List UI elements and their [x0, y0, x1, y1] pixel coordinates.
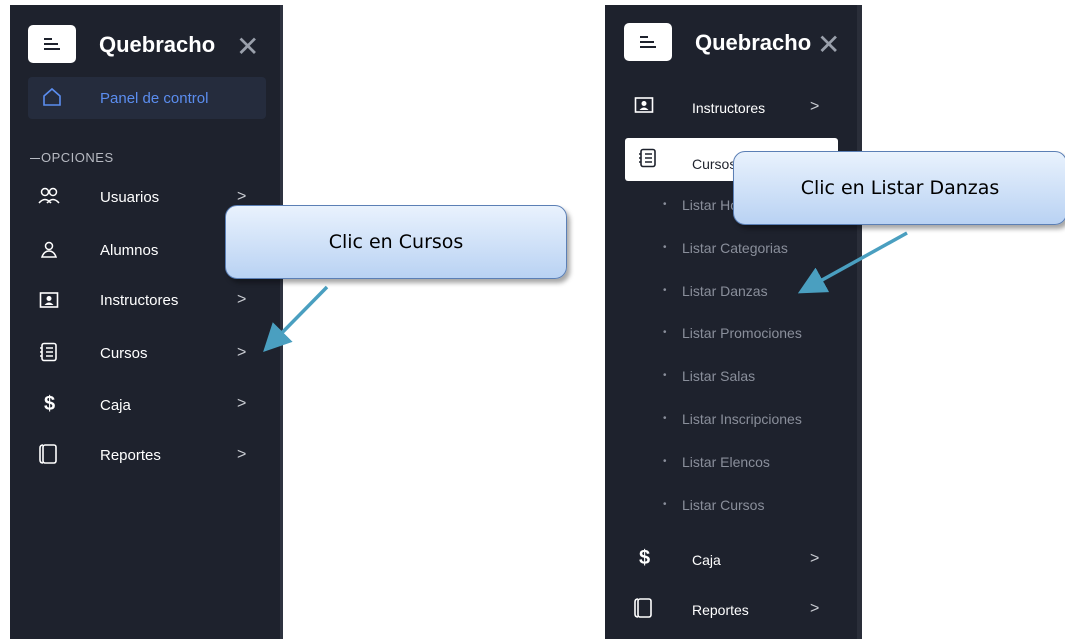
- sidebar-item-alumnos[interactable]: Alumnos: [100, 242, 158, 259]
- chevron-right-icon: >: [237, 446, 247, 463]
- users-icon: [38, 187, 60, 210]
- sidebar-item-usuarios[interactable]: Usuarios: [100, 189, 159, 206]
- submenu-item[interactable]: Listar Promociones: [682, 325, 802, 341]
- dollar-icon: $: [639, 547, 651, 569]
- submenu-item[interactable]: Listar Cursos: [682, 497, 764, 513]
- sidebar-item-caja[interactable]: Caja: [692, 552, 721, 568]
- bullet-dot: •: [663, 285, 667, 296]
- brand-name: Quebracho: [99, 32, 216, 57]
- chevron-right-icon: >: [237, 344, 247, 361]
- section-label: OPCIONES: [41, 150, 114, 165]
- submenu-item-listar-danzas[interactable]: Listar Danzas: [682, 283, 768, 299]
- user-icon: [40, 241, 58, 264]
- submenu-item[interactable]: Listar Elencos: [682, 454, 770, 470]
- chevron-right-icon: >: [237, 395, 247, 412]
- menu-icon: [44, 38, 60, 50]
- sidebar-left: Quebracho ✕ Panel de control OPCIONES Us…: [10, 5, 283, 639]
- sidebar-item-instructores[interactable]: Instructores: [692, 100, 765, 116]
- nav-item-dashboard-label: Panel de control: [100, 90, 209, 107]
- chevron-right-icon: >: [237, 188, 247, 205]
- id-card-icon: [39, 291, 59, 314]
- chevron-right-icon: >: [237, 291, 247, 308]
- scrollbar[interactable]: [857, 5, 862, 639]
- bullet-dot: •: [663, 199, 667, 210]
- close-icon[interactable]: ✕: [236, 33, 259, 61]
- menu-toggle-button[interactable]: [624, 23, 672, 61]
- bullet-dot: •: [663, 499, 667, 510]
- sidebar-item-instructores[interactable]: Instructores: [100, 292, 178, 309]
- section-dash: [30, 158, 40, 159]
- sidebar-item-reportes[interactable]: Reportes: [692, 602, 749, 618]
- bullet-dot: •: [663, 327, 667, 338]
- sidebar-item-cursos-label: Cursos: [692, 156, 737, 172]
- bullet-dot: •: [663, 413, 667, 424]
- id-card-icon: [634, 96, 654, 119]
- notebook-icon: [39, 443, 59, 470]
- dollar-icon: $: [44, 393, 56, 415]
- notebook-icon: [634, 597, 654, 624]
- chevron-right-icon: >: [810, 550, 820, 567]
- callout-clic-cursos: Clic en Cursos: [225, 205, 567, 279]
- chevron-right-icon: >: [810, 600, 820, 617]
- list-icon: [39, 342, 59, 367]
- submenu-item[interactable]: Listar Inscripciones: [682, 411, 802, 427]
- callout-clic-listar-danzas: Clic en Listar Danzas: [733, 151, 1065, 225]
- chevron-right-icon: >: [810, 98, 820, 115]
- bullet-dot: •: [663, 456, 667, 467]
- menu-icon: [640, 36, 656, 48]
- bullet-dot: •: [663, 370, 667, 381]
- close-icon[interactable]: ✕: [817, 31, 840, 59]
- home-icon: [43, 87, 61, 106]
- sidebar-right: Quebracho ✕ Instructores > Cursos • List…: [605, 5, 862, 639]
- brand-name: Quebracho: [695, 30, 812, 55]
- sidebar-item-reportes[interactable]: Reportes: [100, 447, 161, 464]
- sidebar-item-cursos[interactable]: Cursos: [100, 345, 148, 362]
- bullet-dot: •: [663, 242, 667, 253]
- submenu-item[interactable]: Listar Salas: [682, 368, 755, 384]
- menu-toggle-button[interactable]: [28, 25, 76, 63]
- submenu-item[interactable]: Listar Categorias: [682, 240, 788, 256]
- sidebar-item-caja[interactable]: Caja: [100, 397, 131, 414]
- list-icon: [638, 148, 658, 173]
